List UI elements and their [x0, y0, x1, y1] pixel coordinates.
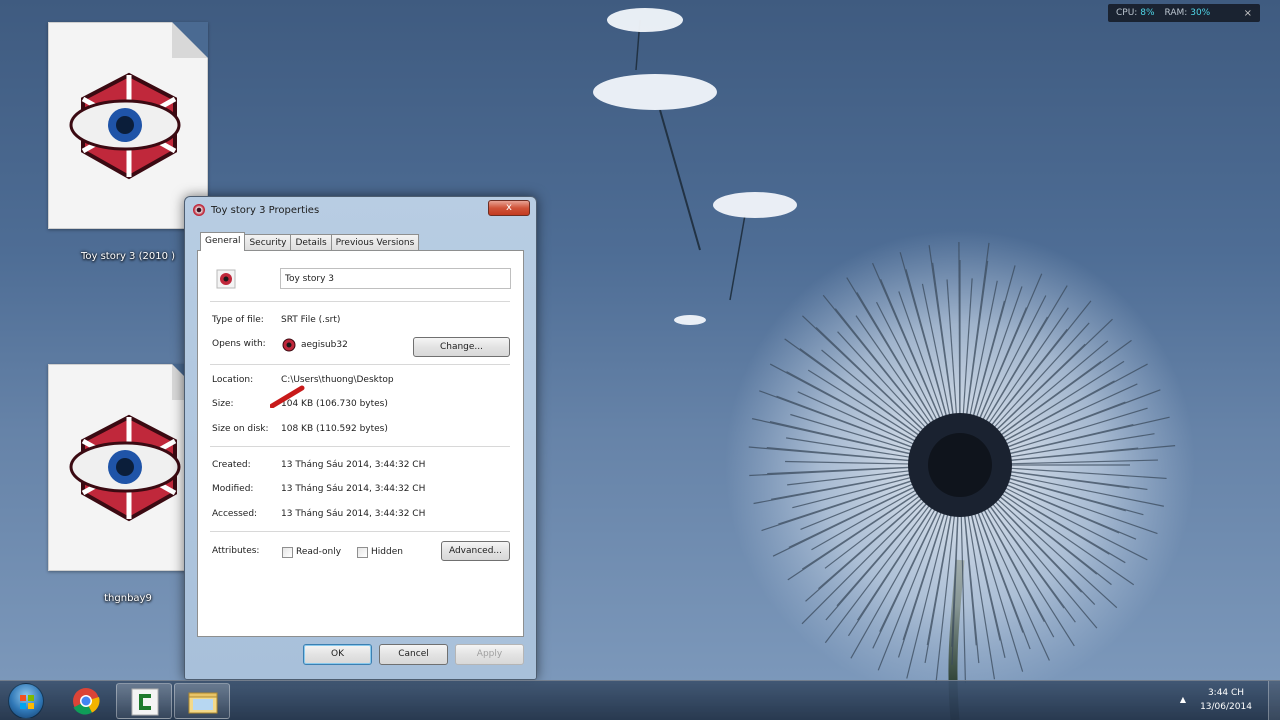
ok-button[interactable]: OK — [303, 644, 372, 665]
read-only-checkbox[interactable] — [282, 547, 293, 558]
aegisub-icon — [193, 204, 205, 216]
hidden-checkbox[interactable] — [357, 547, 368, 558]
aegisub-app-icon — [282, 338, 296, 352]
cancel-button[interactable]: Cancel — [379, 644, 448, 665]
advanced-button[interactable]: Advanced... — [441, 541, 510, 561]
cpu-readout: CPU: 8% — [1116, 8, 1155, 18]
tab-general[interactable]: General — [200, 232, 246, 251]
location-label: Location: — [212, 375, 254, 385]
system-monitor-gadget: CPU: 8% RAM: 30% × — [1108, 4, 1260, 22]
file-type-icon — [216, 269, 236, 289]
tab-strip: General Security Details Previous Versio… — [200, 232, 420, 251]
created-value: 13 Tháng Sáu 2014, 3:44:32 CH — [281, 460, 426, 470]
taskbar-chrome[interactable] — [58, 683, 114, 719]
accessed-value: 13 Tháng Sáu 2014, 3:44:32 CH — [281, 509, 426, 519]
change-button[interactable]: Change... — [413, 337, 510, 357]
taskbar: ▲ 3:44 CH 13/06/2014 — [0, 680, 1280, 720]
size-label: Size: — [212, 399, 234, 409]
ram-readout: RAM: 30% — [1164, 8, 1211, 18]
show-hidden-icons-arrow[interactable]: ▲ — [1180, 695, 1186, 704]
start-button[interactable] — [8, 683, 44, 719]
opens-with-value: aegisub32 — [301, 340, 348, 350]
modified-label: Modified: — [212, 484, 254, 494]
show-desktop-button[interactable] — [1268, 681, 1280, 720]
tab-security[interactable]: Security — [244, 234, 292, 251]
clock-time: 3:44 CH — [1207, 688, 1245, 698]
attributes-label: Attributes: — [212, 546, 260, 556]
modified-value: 13 Tháng Sáu 2014, 3:44:32 CH — [281, 484, 426, 494]
apply-button[interactable]: Apply — [455, 644, 524, 665]
folder-icon — [188, 692, 218, 714]
size-on-disk-value: 108 KB (110.592 bytes) — [281, 424, 388, 434]
tab-previous-versions[interactable]: Previous Versions — [330, 234, 420, 251]
file-name-field[interactable] — [280, 268, 511, 289]
opens-with-label: Opens with: — [212, 339, 266, 349]
window-titlebar[interactable]: Toy story 3 Properties — [185, 197, 536, 223]
type-of-file-value: SRT File (.srt) — [281, 315, 341, 325]
close-icon[interactable]: × — [1244, 8, 1252, 19]
window-close-button[interactable]: x — [488, 200, 530, 216]
general-tab-panel: Type of file: SRT File (.srt) Opens with… — [197, 250, 524, 637]
divider — [210, 531, 510, 532]
divider — [210, 446, 510, 447]
system-clock[interactable]: 3:44 CH 13/06/2014 — [1196, 686, 1256, 714]
taskbar-camtasia[interactable] — [116, 683, 172, 719]
created-label: Created: — [212, 460, 251, 470]
divider — [210, 364, 510, 365]
camtasia-icon — [131, 688, 159, 716]
size-on-disk-label: Size on disk: — [212, 424, 269, 434]
type-of-file-label: Type of file: — [212, 315, 264, 325]
clock-date: 13/06/2014 — [1200, 702, 1252, 712]
chrome-icon — [73, 688, 100, 715]
taskbar-explorer[interactable] — [174, 683, 230, 719]
accessed-label: Accessed: — [212, 509, 258, 519]
windows-logo-icon — [20, 695, 34, 709]
tab-details[interactable]: Details — [290, 234, 332, 251]
red-pen-annotation — [270, 385, 305, 408]
hidden-label: Hidden — [371, 547, 403, 557]
divider — [210, 301, 510, 302]
properties-window: Toy story 3 Properties x General Securit… — [184, 196, 537, 680]
window-title: Toy story 3 Properties — [211, 204, 320, 216]
read-only-label: Read-only — [296, 547, 342, 557]
